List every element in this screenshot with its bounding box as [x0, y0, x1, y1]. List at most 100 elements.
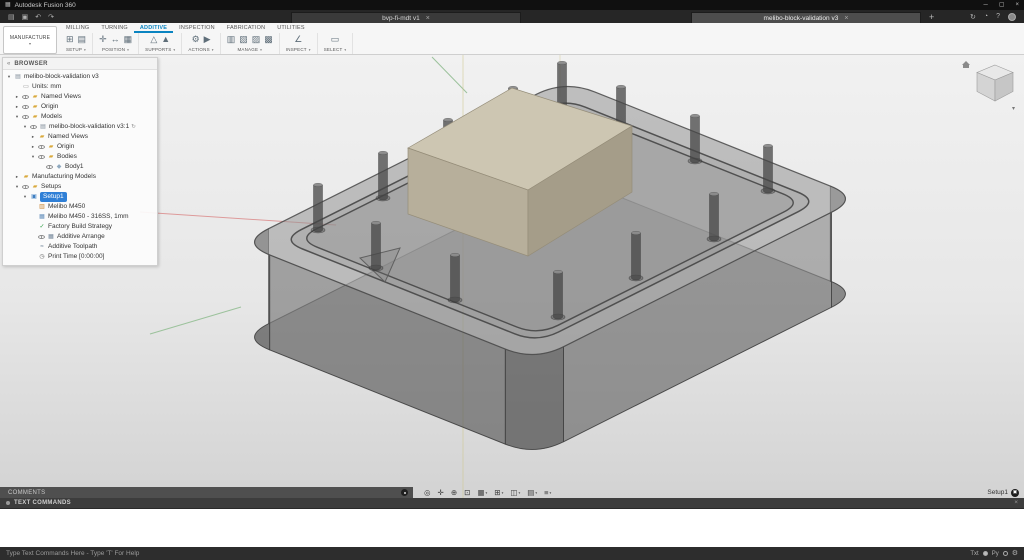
visibility-eye-icon[interactable]: [38, 235, 45, 239]
mode-radio-py[interactable]: [1003, 551, 1008, 556]
expander-icon[interactable]: ▾: [30, 155, 36, 160]
expander-icon[interactable]: ▸: [14, 105, 20, 110]
generate-icon[interactable]: ⚙: [192, 35, 200, 44]
expander-icon[interactable]: ▾: [22, 125, 28, 130]
text-commands-header[interactable]: TEXT COMMANDS ×: [0, 498, 1024, 508]
zoom-icon[interactable]: ⊕: [451, 489, 457, 497]
tree-row[interactable]: ▦Additive Arrange: [3, 232, 157, 242]
edit-supports-icon[interactable]: ▲: [161, 35, 170, 44]
tree-row[interactable]: ◆Body1: [3, 162, 157, 172]
close-tab-icon[interactable]: ×: [844, 15, 848, 22]
visual-style-icon[interactable]: ▤▾: [527, 489, 537, 497]
ribbon-tab-turning[interactable]: TURNING: [95, 23, 133, 33]
visibility-eye-icon[interactable]: [22, 105, 29, 109]
tree-row[interactable]: ▥Melibo M450: [3, 202, 157, 212]
visibility-eye-icon[interactable]: [38, 145, 45, 149]
job-status-icon[interactable]: ↻: [970, 13, 976, 21]
home-icon[interactable]: [962, 61, 970, 68]
mode-radio-txt[interactable]: [983, 551, 988, 556]
minimize-icon[interactable]: ─: [984, 2, 988, 8]
tree-row[interactable]: ▭Units: mm: [3, 82, 157, 92]
setup-sheet-icon[interactable]: ▧: [239, 35, 248, 44]
file-menu-icon[interactable]: ▤: [8, 13, 15, 21]
settings-gear-icon[interactable]: ⚙: [1012, 550, 1018, 557]
comments-panel-header[interactable]: COMMENTS: [0, 487, 413, 498]
machine-library-icon[interactable]: ▤: [78, 35, 87, 44]
visibility-eye-icon[interactable]: [38, 155, 45, 159]
visibility-eye-icon[interactable]: [22, 115, 29, 119]
visibility-eye-icon[interactable]: [46, 165, 53, 169]
view-cube[interactable]: ▾: [962, 61, 1015, 112]
toolbar-group-label[interactable]: SELECT▾: [324, 47, 347, 52]
tree-row[interactable]: ≈Additive Toolpath: [3, 242, 157, 252]
toolbar-group-label[interactable]: SETUP▾: [66, 47, 86, 52]
view-cube-menu-icon[interactable]: ▾: [1012, 106, 1015, 112]
expander-icon[interactable]: ▾: [14, 115, 20, 120]
visibility-eye-icon[interactable]: [22, 95, 29, 99]
new-setup-icon[interactable]: ⊞: [66, 35, 74, 44]
tree-row[interactable]: ▾▣Setup1: [3, 192, 157, 202]
toolbar-group-label[interactable]: SUPPORTS▾: [145, 47, 175, 52]
text-commands-output[interactable]: [0, 508, 1024, 547]
move-components-icon[interactable]: ✛: [99, 35, 107, 44]
visibility-eye-icon[interactable]: [30, 125, 37, 129]
simulate-icon[interactable]: ▶: [204, 35, 211, 44]
help-icon[interactable]: ?: [996, 13, 1000, 20]
tree-row[interactable]: ▾▤melibo-block-validation v3:1↻: [3, 122, 157, 132]
app-grid-icon[interactable]: ▦: [5, 2, 11, 8]
document-tab-active[interactable]: melibo-block-validation v3 ×: [691, 12, 921, 23]
expander-icon[interactable]: ▾: [22, 195, 28, 200]
close-panel-icon[interactable]: ×: [1014, 500, 1018, 507]
tree-row[interactable]: ▸▰Named Views: [3, 92, 157, 102]
expander-icon[interactable]: ▸: [30, 135, 36, 140]
auto-arrange-icon[interactable]: ▦: [124, 35, 133, 44]
expander-icon[interactable]: ▸: [14, 175, 20, 180]
grid-snap-icon[interactable]: ⊞▾: [494, 489, 503, 497]
new-tab-button[interactable]: +: [929, 12, 934, 22]
templates-icon[interactable]: ▨: [252, 35, 261, 44]
select-icon[interactable]: ▭: [331, 35, 340, 44]
tool-library-icon[interactable]: ▩: [264, 35, 273, 44]
expander-icon[interactable]: ▸: [30, 145, 36, 150]
active-setup-badge[interactable]: Setup1 ▣: [987, 487, 1019, 498]
document-tab[interactable]: bvp-fi-mdt v1 ×: [291, 12, 521, 23]
tree-row[interactable]: ◷Print Time [0:00:00]: [3, 252, 157, 262]
command-prompt[interactable]: Type Text Commands Here - Type 'T' For H…: [6, 550, 139, 557]
post-process-icon[interactable]: ▥: [227, 35, 236, 44]
tree-row[interactable]: ▾▤melibo-block-validation v3: [3, 72, 157, 82]
close-icon[interactable]: ×: [1015, 2, 1019, 8]
ribbon-tab-milling[interactable]: MILLING: [60, 23, 95, 33]
undo-icon[interactable]: ↶: [35, 13, 41, 21]
close-tab-icon[interactable]: ×: [426, 15, 430, 22]
tree-row[interactable]: ▾▰Setups: [3, 182, 157, 192]
tree-row[interactable]: ▾▰Models: [3, 112, 157, 122]
expander-icon[interactable]: ▾: [14, 185, 20, 190]
workspace-selector[interactable]: MANUFACTURE ▾: [3, 26, 57, 54]
tree-row[interactable]: ▸▰Manufacturing Models: [3, 172, 157, 182]
toolbar-group-label[interactable]: INSPECT▾: [286, 47, 311, 52]
orbit-icon[interactable]: ◎: [424, 489, 431, 497]
ribbon-tab-inspection[interactable]: INSPECTION: [173, 23, 221, 33]
display-settings-icon[interactable]: ▦▾: [477, 489, 487, 497]
generate-supports-icon[interactable]: △: [150, 35, 157, 44]
toolbar-group-label[interactable]: MANAGE▾: [237, 47, 262, 52]
ribbon-tab-fabrication[interactable]: FABRICATION: [221, 23, 271, 33]
save-icon[interactable]: ▣: [22, 13, 29, 21]
viewports-icon[interactable]: ◫▾: [510, 489, 520, 497]
maximize-icon[interactable]: ▢: [999, 2, 1005, 8]
tree-row[interactable]: ▸▰Origin: [3, 102, 157, 112]
toolbar-group-label[interactable]: POSITION▾: [102, 47, 129, 52]
tree-row[interactable]: ▸▰Named Views: [3, 132, 157, 142]
tree-row[interactable]: ▦Melibo M450 - 316SS, 1mm: [3, 212, 157, 222]
fit-icon[interactable]: ⊡: [464, 489, 470, 497]
notifications-icon[interactable]: ◔: [984, 13, 988, 20]
align-icon[interactable]: ↔: [111, 35, 120, 44]
collapse-panel-icon[interactable]: «: [7, 61, 10, 67]
tree-row[interactable]: ▸▰Origin: [3, 142, 157, 152]
toolbar-group-label[interactable]: ACTIONS▾: [188, 47, 213, 52]
more-options-icon[interactable]: ≡▾: [544, 489, 551, 497]
redo-icon[interactable]: ↷: [48, 13, 54, 21]
pan-icon[interactable]: ✛: [438, 489, 444, 497]
expander-icon[interactable]: ▾: [6, 75, 12, 80]
tree-row[interactable]: ✓Factory Build Strategy: [3, 222, 157, 232]
